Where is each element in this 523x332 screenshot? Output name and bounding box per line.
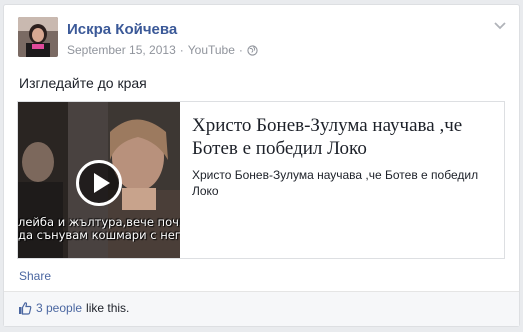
meta-separator: ·: [179, 43, 184, 57]
video-subtitle-line-1: лейба и жълтура,вече почва: [18, 215, 180, 229]
avatar-image: [18, 17, 58, 57]
avatar[interactable]: [18, 17, 58, 57]
thumbs-up-icon: [19, 302, 32, 315]
post-date[interactable]: September 15, 2013: [67, 43, 176, 57]
likes-summary: 3 people like this.: [18, 301, 129, 315]
globe-icon[interactable]: [247, 44, 258, 56]
link-title[interactable]: Христо Бонев-Зулума научава ,че Ботев е …: [192, 114, 492, 160]
share-button[interactable]: Share: [19, 269, 51, 283]
post-text: Изгледайте до края: [19, 75, 147, 91]
divider: [4, 291, 519, 292]
author-name[interactable]: Искра Койчева: [67, 21, 177, 38]
post-source[interactable]: YouTube: [188, 43, 235, 57]
likes-count[interactable]: 3 people: [36, 301, 82, 315]
meta-separator-2: ·: [238, 43, 243, 57]
shared-link-preview[interactable]: лейба и жълтура,вече почва да сънувам ко…: [17, 101, 505, 259]
video-subtitle-line-2: да сънувам кошмари с него: [18, 228, 180, 242]
post-card: Искра Койчева September 15, 2013 · YouTu…: [3, 4, 520, 327]
link-description: Христо Бонев-Зулума научава ,че Ботев е …: [192, 168, 479, 198]
likes-suffix: like this.: [86, 301, 130, 315]
chevron-down-icon[interactable]: [493, 21, 507, 31]
post-meta: September 15, 2013 · YouTube ·: [67, 43, 258, 57]
link-info: Христо Бонев-Зулума научава ,че Ботев е …: [192, 114, 492, 199]
play-icon[interactable]: [76, 160, 122, 206]
video-thumbnail[interactable]: лейба и жълтура,вече почва да сънувам ко…: [18, 102, 180, 258]
